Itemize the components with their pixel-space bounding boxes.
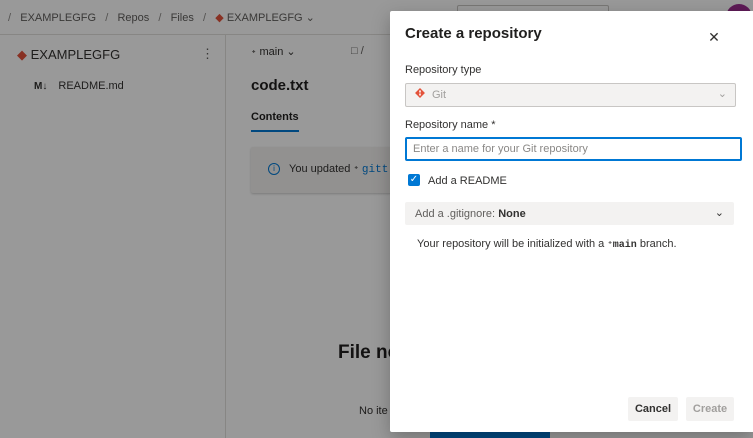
repo-name-label: Repository name * [405, 119, 496, 131]
init-note: Your repository will be initialized with… [417, 238, 677, 251]
check-icon: ✓ [409, 174, 419, 185]
repo-type-label: Repository type [405, 64, 482, 76]
add-readme-label[interactable]: Add a README [428, 175, 507, 187]
gitignore-dropdown[interactable]: Add a .gitignore: None ⌄ [405, 202, 734, 225]
init-note-suffix: branch. [639, 238, 677, 250]
gitignore-label: Add a .gitignore: None [415, 208, 526, 220]
gitignore-label-text: Add a .gitignore: [415, 208, 496, 220]
create-button[interactable]: Create [686, 397, 734, 421]
init-note-branch: main [612, 240, 637, 251]
create-repository-dialog: Create a repository ✕ Repository type Gi… [390, 11, 753, 432]
cancel-button[interactable]: Cancel [628, 397, 678, 421]
chevron-down-icon: ⌄ [717, 88, 727, 100]
add-readme-checkbox[interactable]: ✓ [408, 174, 420, 186]
close-icon[interactable]: ✕ [704, 27, 724, 47]
init-note-prefix: Your repository will be initialized with… [417, 238, 605, 250]
repo-name-input[interactable] [405, 137, 742, 161]
repo-type-select[interactable]: Git ⌄ [405, 83, 736, 107]
gitignore-value: None [498, 208, 526, 220]
dialog-title: Create a repository [405, 25, 542, 42]
git-icon [415, 88, 425, 98]
repo-type-value: Git [432, 89, 447, 101]
chevron-down-icon: ⌄ [714, 207, 724, 219]
